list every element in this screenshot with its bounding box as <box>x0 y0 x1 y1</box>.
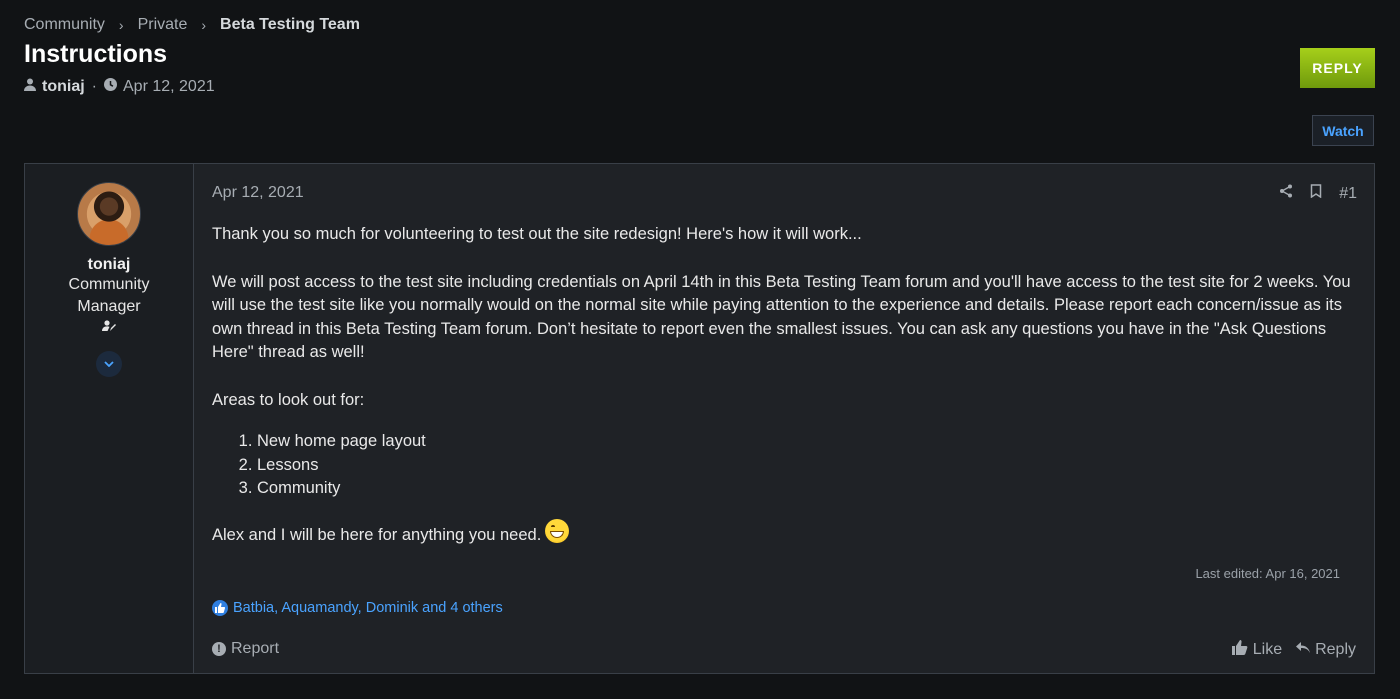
post-main: Apr 12, 2021 #1 Thank you so much for vo… <box>194 164 1374 673</box>
reactions-bar[interactable]: Batbia, Aquamandy, Dominik and 4 others <box>212 600 503 616</box>
post-footer-actions: Like Reply <box>1218 640 1356 659</box>
thread-date[interactable]: Apr 12, 2021 <box>123 78 215 96</box>
areas-list: New home page layout Lessons Community <box>212 430 1357 501</box>
post-date[interactable]: Apr 12, 2021 <box>212 184 304 202</box>
post-closing: Alex and I will be here for anything you… <box>212 525 542 544</box>
avatar[interactable] <box>77 182 141 246</box>
breadcrumb: Community › Private › Beta Testing Team <box>24 16 360 34</box>
report-button[interactable]: ! Report <box>212 640 279 658</box>
user-icon <box>24 78 36 96</box>
share-icon[interactable] <box>1279 184 1293 203</box>
chevron-right-icon: › <box>201 17 207 33</box>
post-body: Thank you so much for volunteering to te… <box>212 223 1357 571</box>
report-label: Report <box>231 640 280 657</box>
last-edited[interactable]: Last edited: Apr 16, 2021 <box>1195 566 1340 581</box>
page-title: Instructions <box>24 40 168 68</box>
watch-button[interactable]: Watch <box>1312 115 1374 146</box>
list-item: Community <box>257 477 1357 501</box>
chevron-right-icon: › <box>118 17 124 33</box>
post-number[interactable]: #1 <box>1339 185 1357 203</box>
reactions-text[interactable]: Batbia, Aquamandy, Dominik and 4 others <box>233 600 503 616</box>
post-username[interactable]: toniaj <box>88 256 131 274</box>
post-user-title: Community Manager <box>68 276 150 315</box>
post: toniaj Community Manager Apr 12, 2021 #1… <box>24 163 1375 674</box>
post-intro: Thank you so much for volunteering to te… <box>212 225 862 243</box>
post-closing-line: Alex and I will be here for anything you… <box>212 518 1357 548</box>
chevron-down-icon[interactable] <box>96 351 122 377</box>
like-label: Like <box>1252 640 1283 658</box>
post-actions: #1 <box>1262 184 1357 203</box>
breadcrumb-private[interactable]: Private <box>138 16 188 34</box>
post-user-column: toniaj Community Manager <box>25 164 194 673</box>
post-details: We will post access to the test site inc… <box>212 272 1351 362</box>
alert-icon: ! <box>212 642 226 656</box>
reply-arrow-icon <box>1296 641 1311 658</box>
reply-label: Reply <box>1315 640 1356 658</box>
thread-meta: toniaj · Apr 12, 2021 <box>24 78 215 96</box>
breadcrumb-current[interactable]: Beta Testing Team <box>220 16 360 34</box>
separator-dot: · <box>91 78 97 95</box>
areas-heading: Areas to look out for: <box>212 390 365 409</box>
bookmark-icon[interactable] <box>1310 184 1322 203</box>
list-item: Lessons <box>257 454 1357 478</box>
thumbs-up-icon <box>212 600 228 616</box>
staff-icon <box>102 320 116 335</box>
clock-icon <box>104 78 117 96</box>
thread-author[interactable]: toniaj <box>42 78 85 96</box>
like-button[interactable]: Like <box>1231 640 1283 659</box>
thumbs-up-icon <box>1231 640 1248 659</box>
reply-post-button[interactable]: Reply <box>1296 641 1356 659</box>
list-item: New home page layout <box>257 430 1357 454</box>
grinning-emoji-icon <box>545 518 570 543</box>
breadcrumb-community[interactable]: Community <box>24 16 105 34</box>
reply-button[interactable]: REPLY <box>1300 48 1375 88</box>
